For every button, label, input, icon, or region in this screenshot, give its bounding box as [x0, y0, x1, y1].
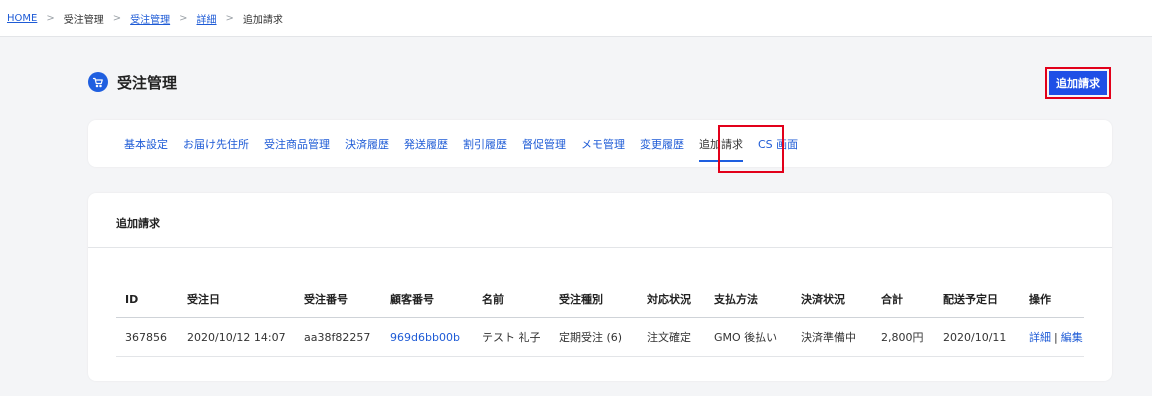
- cell-status: 注文確定: [638, 317, 705, 357]
- tab-change-history[interactable]: 変更履歴: [640, 136, 684, 152]
- breadcrumb-juchu-kanri: 受注管理: [63, 14, 104, 26]
- col-customer-no: 顧客番号: [381, 281, 473, 318]
- tabs-card: 基本設定 お届け先住所 受注商品管理 決済履歴 発送履歴 割引履歴 督促管理 メ…: [88, 120, 1112, 167]
- col-payment-status: 決済状況: [792, 281, 872, 318]
- tab-order-items[interactable]: 受注商品管理: [264, 136, 330, 152]
- cell-order-no: aa38f82257: [295, 317, 381, 357]
- customer-no-link[interactable]: 969d6bb00b: [390, 331, 460, 344]
- col-order-no: 受注番号: [295, 281, 381, 318]
- breadcrumb-separator: >: [46, 12, 55, 24]
- cell-name: テスト 礼子: [473, 317, 550, 357]
- breadcrumb-separator: >: [225, 12, 234, 24]
- cart-icon: [88, 72, 108, 92]
- tab-shipping-history[interactable]: 発送履歴: [404, 136, 448, 152]
- section-title: 追加請求: [116, 217, 160, 230]
- col-status: 対応状況: [638, 281, 705, 318]
- tab-additional-billing[interactable]: 追加請求: [699, 136, 743, 162]
- cell-order-date: 2020/10/12 14:07: [178, 317, 295, 357]
- table-header-row: ID 受注日 受注番号 顧客番号 名前 受注種別 対応状況 支払方法 決済状況 …: [116, 281, 1084, 318]
- detail-link[interactable]: 詳細: [1029, 331, 1051, 344]
- tab-basic-settings[interactable]: 基本設定: [124, 136, 168, 152]
- cell-payment-method: GMO 後払い: [705, 317, 792, 357]
- tab-payment-history[interactable]: 決済履歴: [345, 136, 389, 152]
- cell-order-type: 定期受注 (6): [550, 317, 638, 357]
- cell-operation: 詳細 | 編集: [1020, 317, 1084, 357]
- add-billing-button[interactable]: 追加請求: [1049, 71, 1107, 95]
- tab-discount-history[interactable]: 割引履歴: [463, 136, 507, 152]
- tab-cs-screen[interactable]: CS 画面: [758, 136, 798, 152]
- page-title: 受注管理: [117, 73, 178, 92]
- edit-link[interactable]: 編集: [1061, 331, 1083, 344]
- tab-bar: 基本設定 お届け先住所 受注商品管理 決済履歴 発送履歴 割引履歴 督促管理 メ…: [124, 120, 813, 167]
- cell-total: 2,800円: [872, 317, 934, 357]
- col-delivery-date: 配送予定日: [934, 281, 1020, 318]
- tab-dunning[interactable]: 督促管理: [522, 136, 566, 152]
- breadcrumb-juchu-kanri-link[interactable]: 受注管理: [130, 11, 170, 26]
- add-billing-highlight: 追加請求: [1045, 67, 1111, 99]
- cell-delivery-date: 2020/10/11: [934, 317, 1020, 357]
- col-order-date: 受注日: [178, 281, 295, 318]
- table-row: 367856 2020/10/12 14:07 aa38f82257 969d6…: [116, 317, 1084, 357]
- tab-memo[interactable]: メモ管理: [581, 136, 625, 152]
- content-card: 追加請求 ID 受注日 受注番号 顧客番号 名前 受注種別 対応状況 支払方法 …: [88, 193, 1112, 381]
- billing-table: ID 受注日 受注番号 顧客番号 名前 受注種別 対応状況 支払方法 決済状況 …: [116, 281, 1084, 357]
- cell-payment-status: 決済準備中: [792, 317, 872, 357]
- breadcrumb: HOME > 受注管理 > 受注管理 > 詳細 > 追加請求: [0, 0, 1152, 37]
- cell-id: 367856: [116, 317, 178, 357]
- col-order-type: 受注種別: [550, 281, 638, 318]
- breadcrumb-separator: >: [179, 12, 188, 24]
- breadcrumb-detail-link[interactable]: 詳細: [197, 11, 217, 26]
- op-separator: |: [1054, 331, 1058, 344]
- divider: [88, 247, 1112, 248]
- breadcrumb-current: 追加請求: [242, 14, 283, 26]
- col-operation: 操作: [1020, 281, 1084, 318]
- page-header: 受注管理: [88, 67, 1112, 97]
- col-payment-method: 支払方法: [705, 281, 792, 318]
- breadcrumb-home-link[interactable]: HOME: [7, 13, 37, 24]
- col-id: ID: [116, 281, 178, 318]
- tab-delivery-address[interactable]: お届け先住所: [183, 136, 249, 152]
- breadcrumb-separator: >: [112, 12, 122, 24]
- col-total: 合計: [872, 281, 934, 318]
- col-name: 名前: [473, 281, 550, 318]
